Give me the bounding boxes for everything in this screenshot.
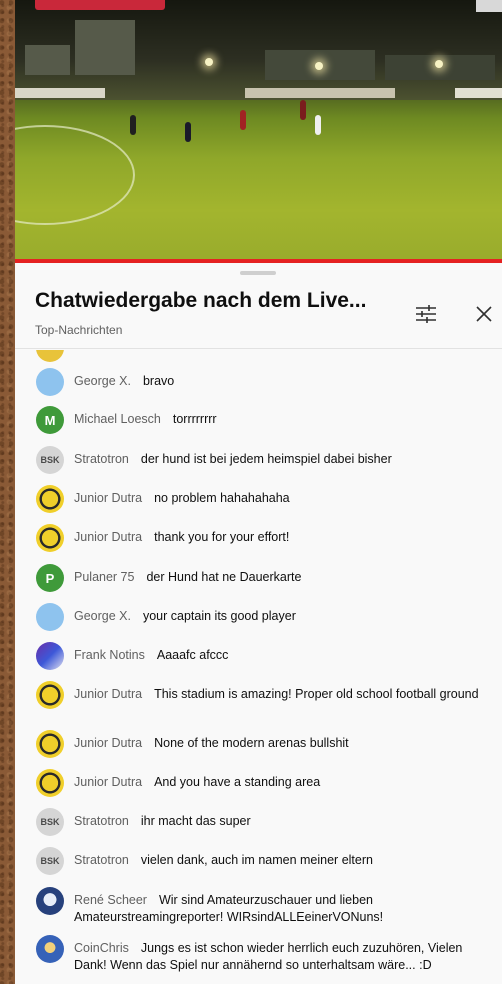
chat-message-text: Aaaafc afccc	[156, 648, 229, 662]
close-button[interactable]	[469, 299, 499, 329]
chat-author[interactable]: CoinChris	[74, 941, 129, 955]
chat-message[interactable]: Junior Dutra And you have a standing area	[36, 769, 496, 797]
chat-message-text: Jungs es ist schon wieder herrlich euch …	[74, 941, 463, 972]
chat-message-body: Junior Dutra None of the modern arenas bu…	[74, 730, 494, 752]
chat-author[interactable]: Michael Loesch	[74, 412, 161, 426]
chat-message-text: thank you for your effort!	[154, 530, 290, 544]
chat-message-text: And you have a standing area	[154, 775, 321, 789]
avatar[interactable]	[36, 368, 64, 396]
chat-author[interactable]: Stratotron	[74, 814, 129, 828]
chat-author[interactable]: Frank Notins	[74, 648, 145, 662]
chat-filter-label[interactable]: Top-Nachrichten	[35, 323, 122, 337]
chat-message[interactable]: BSK Stratotron vielen dank, auch im namen …	[36, 847, 496, 875]
avatar[interactable]: BSK	[36, 446, 64, 474]
chat-message-body: Stratotron vielen dank, auch im namen mei…	[74, 847, 494, 869]
chat-author[interactable]: George X.	[74, 609, 131, 623]
chat-author[interactable]: Junior Dutra	[74, 530, 142, 544]
chat-author[interactable]: Junior Dutra	[74, 687, 142, 701]
chat-message-body: Junior Dutra This stadium is amazing! Pro…	[74, 681, 494, 703]
chat-message-body: George X. bravo	[74, 368, 494, 390]
chat-message-body: Junior Dutra And you have a standing area	[74, 769, 494, 791]
chat-message-text: bravo	[142, 374, 175, 388]
video-player[interactable]	[15, 0, 502, 263]
chat-message-body: CoinChris Jungs es ist schon wieder herrl…	[74, 935, 494, 974]
chat-author[interactable]: René Scheer	[74, 893, 147, 907]
chat-author[interactable]: Junior Dutra	[74, 736, 142, 750]
avatar[interactable]	[36, 642, 64, 670]
close-icon	[476, 306, 492, 322]
avatar[interactable]	[36, 603, 64, 631]
chat-message-text: der hund ist bei jedem heimspiel dabei b…	[140, 452, 392, 466]
chat-message-text: vielen dank, auch im namen meiner eltern	[140, 853, 373, 867]
chat-message-text: der Hund hat ne Dauerkarte	[146, 570, 302, 584]
chat-title: Chatwiedergabe nach dem Live...	[35, 289, 367, 312]
chat-message-body: Junior Dutra thank you for your effort!	[74, 524, 494, 546]
chat-message-text: None of the modern arenas bullshit	[154, 736, 349, 750]
chat-author[interactable]: Pulaner 75	[74, 570, 134, 584]
chat-replay-panel: Chatwiedergabe nach dem Live... Top-Nach…	[15, 263, 502, 984]
avatar[interactable]	[36, 485, 64, 513]
chat-message-body: René Scheer Wir sind Amateurzuschauer und…	[74, 887, 494, 926]
drag-handle[interactable]	[240, 271, 276, 275]
avatar[interactable]	[36, 887, 64, 915]
chat-message-text: torrrrrrrr	[172, 412, 217, 426]
chat-message-text: your captain its good player	[142, 609, 296, 623]
chat-message-body: George X. your captain its good player	[74, 603, 494, 625]
chat-message[interactable]: Junior Dutra This stadium is amazing! Pro…	[36, 681, 496, 709]
chat-message[interactable]: P Pulaner 75 der Hund hat ne Dauerkarte	[36, 564, 496, 592]
avatar[interactable]	[36, 935, 64, 963]
broadcaster-logo	[35, 0, 165, 10]
chat-message-list[interactable]: George X. bravo M Michael Loesch torrrrrrrr B…	[15, 350, 502, 984]
chat-message-body: Pulaner 75 der Hund hat ne Dauerkarte	[74, 564, 494, 586]
avatar[interactable]	[36, 524, 64, 552]
chat-message[interactable]: Junior Dutra no problem hahahahaha	[36, 485, 496, 513]
stadium-background	[15, 0, 502, 100]
chat-message[interactable]: Frank Notins Aaaafc afccc	[36, 642, 496, 670]
chat-message[interactable]: George X. your captain its good player	[36, 603, 496, 631]
filter-button[interactable]	[411, 299, 441, 329]
avatar[interactable]	[36, 681, 64, 709]
chat-message[interactable]: CoinChris Jungs es ist schon wieder herrl…	[36, 935, 496, 974]
chat-message[interactable]: René Scheer Wir sind Amateurzuschauer und…	[36, 887, 496, 926]
chat-message-body: Junior Dutra no problem hahahahaha	[74, 485, 494, 507]
avatar[interactable]	[36, 769, 64, 797]
chat-message[interactable]: BSK Stratotron ihr macht das super	[36, 808, 496, 836]
chat-message-text: no problem hahahahaha	[154, 491, 290, 505]
chat-author[interactable]: Stratotron	[74, 853, 129, 867]
chat-author[interactable]: Junior Dutra	[74, 775, 142, 789]
chat-message[interactable]: Junior Dutra None of the modern arenas bu…	[36, 730, 496, 758]
chat-message-body: Stratotron der hund ist bei jedem heimspi…	[74, 446, 494, 468]
corner-logo	[476, 0, 502, 12]
avatar[interactable]	[36, 730, 64, 758]
chat-message[interactable]: BSK Stratotron der hund ist bei jedem heim…	[36, 446, 496, 474]
chat-message[interactable]: Junior Dutra thank you for your effort!	[36, 524, 496, 552]
avatar	[36, 350, 64, 362]
chat-message-body: Frank Notins Aaaafc afccc	[74, 642, 494, 664]
chat-message[interactable]: George X. bravo	[36, 368, 496, 396]
avatar[interactable]: P	[36, 564, 64, 592]
chat-message-text: This stadium is amazing! Proper old scho…	[154, 687, 479, 701]
tune-icon	[416, 305, 436, 323]
avatar[interactable]: BSK	[36, 847, 64, 875]
chat-message-text: ihr macht das super	[140, 814, 251, 828]
avatar[interactable]: BSK	[36, 808, 64, 836]
avatar[interactable]: M	[36, 406, 64, 434]
chat-message-body: Michael Loesch torrrrrrrr	[74, 406, 494, 428]
chat-author[interactable]: George X.	[74, 374, 131, 388]
chat-author[interactable]: Stratotron	[74, 452, 129, 466]
phone-screen: Chatwiedergabe nach dem Live... Top-Nach…	[15, 0, 502, 984]
chat-header: Chatwiedergabe nach dem Live... Top-Nach…	[15, 277, 502, 349]
chat-message[interactable]: M Michael Loesch torrrrrrrr	[36, 406, 496, 434]
chat-message-body: Stratotron ihr macht das super	[74, 808, 494, 830]
chat-author[interactable]: Junior Dutra	[74, 491, 142, 505]
